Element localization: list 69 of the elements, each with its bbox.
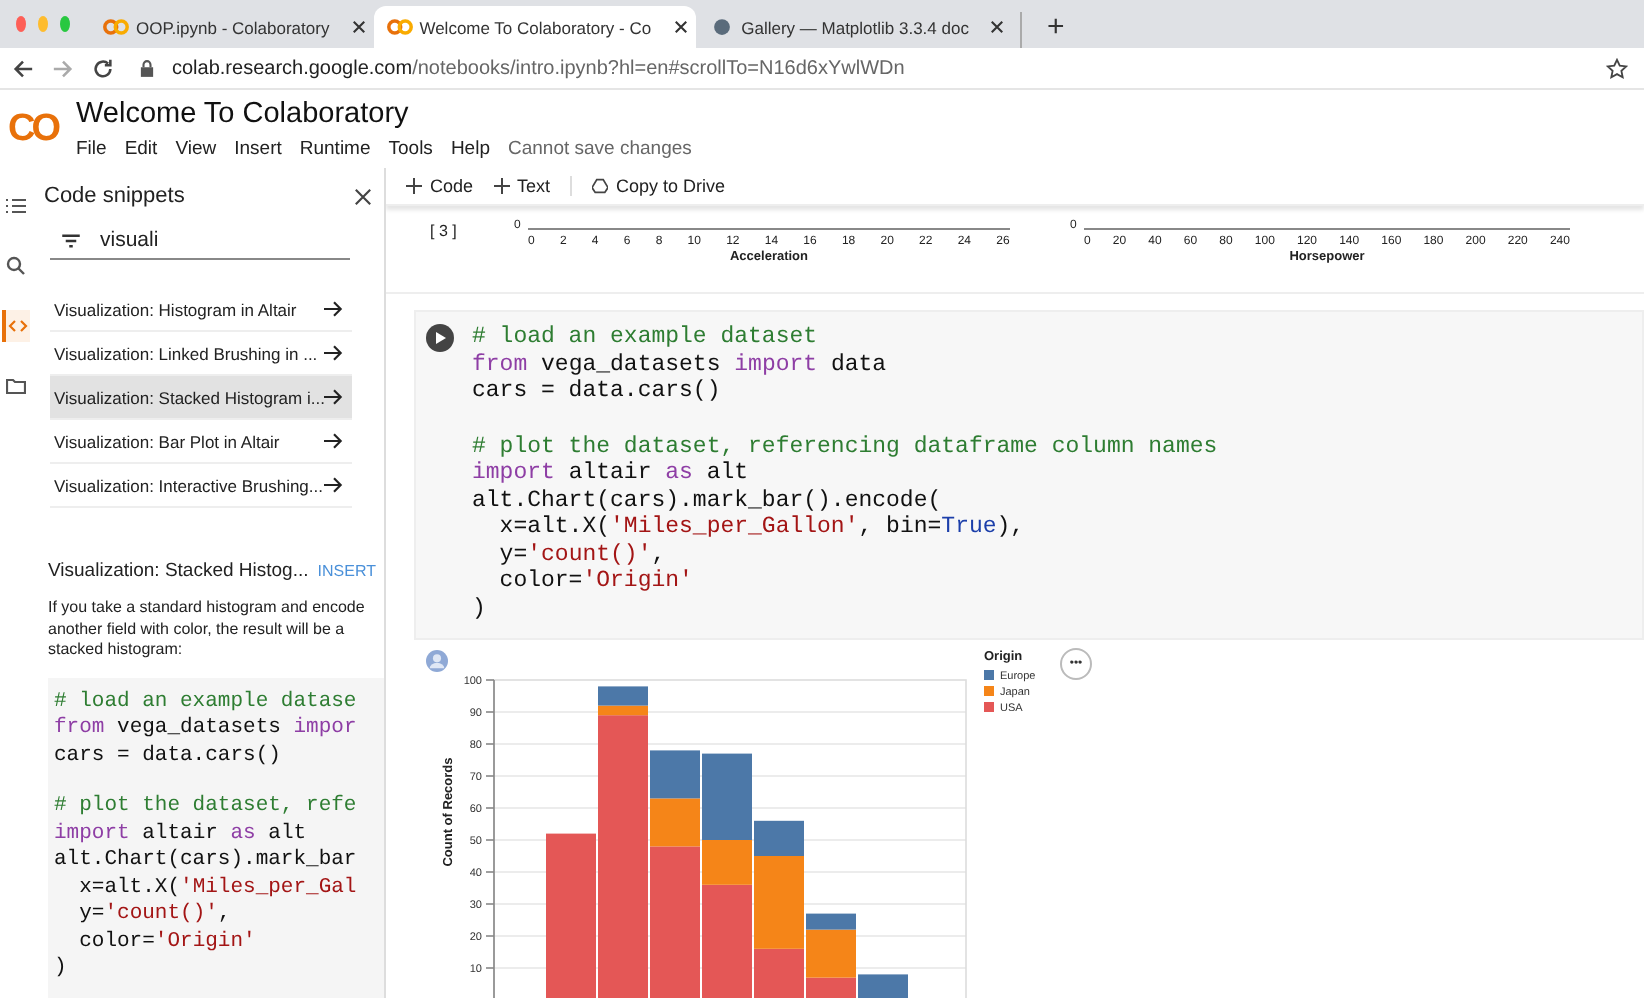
colab-logo: CO <box>8 107 60 151</box>
url-field[interactable]: colab.research.google.com/notebooks/intro.ipynb?hl=en#scrollTo=N16d6xYwlWDn <box>172 57 1588 79</box>
arrow-right-icon <box>324 432 345 450</box>
plus-icon <box>406 178 422 194</box>
code-line: import altair as alt <box>472 460 751 487</box>
close-icon[interactable] <box>354 187 372 205</box>
new-tab-button[interactable]: + <box>1020 12 1065 48</box>
arrow-right-icon <box>324 300 345 318</box>
code-line: cars = data.cars() <box>54 743 283 770</box>
close-tab-icon[interactable] <box>673 20 688 34</box>
plus-icon <box>493 178 510 194</box>
arrow-right-icon <box>324 476 345 494</box>
filter-field[interactable]: visuali <box>50 228 350 260</box>
code-line: y='count()', <box>77 902 233 929</box>
code-line: from vega_datasets impor <box>54 716 359 743</box>
browser-tab[interactable]: Gallery — Matplotlib 3.3.4 doc <box>695 6 1013 48</box>
code-line: x=alt.X('Miles_per_Gal <box>77 875 359 902</box>
execution-count: [ 3 ] <box>430 222 459 240</box>
lock-icon <box>140 59 154 77</box>
notebook-title[interactable]: Welcome To Colaboratory <box>76 98 692 130</box>
code-brackets-icon[interactable] <box>2 310 30 342</box>
code-line: cars = data.cars() <box>472 378 723 405</box>
menu-item[interactable]: Insert <box>234 138 282 160</box>
browser-tab[interactable]: Welcome To Colaboratory - Co <box>373 6 696 48</box>
drive-icon <box>592 178 609 194</box>
back-arrow-icon[interactable] <box>12 57 34 79</box>
menu-item[interactable]: Help <box>450 138 490 160</box>
snippet-list-item[interactable]: Visualization: Bar Plot in Altair <box>50 420 353 464</box>
close-tab-icon[interactable] <box>990 20 1005 34</box>
toolbar-button[interactable]: Text <box>493 176 551 196</box>
code-line: alt.Chart(cars).mark_bar().encode( <box>472 487 944 514</box>
code-line: x=alt.X('Miles_per_Gallon', bin=True), <box>497 514 1027 541</box>
code-line: color='Origin' <box>497 568 695 595</box>
code-line: # load an example dataset <box>472 324 820 351</box>
snippet-list-item[interactable]: Visualization: Histogram in Altair <box>50 288 353 332</box>
code-line: ) <box>54 956 69 983</box>
filter-icon <box>62 233 80 247</box>
save-status: Cannot save changes <box>507 138 692 160</box>
snippet-title: Visualization: Stacked Histog... <box>48 560 309 582</box>
menu-item[interactable]: View <box>175 138 217 160</box>
menu-item[interactable]: Edit <box>124 138 158 160</box>
snippet-list-item[interactable]: Visualization: Stacked Histogram i... <box>50 376 353 420</box>
arrow-right-icon <box>324 344 345 362</box>
colab-logo-icon <box>102 18 130 36</box>
snippet-list-item[interactable]: Visualization: Interactive Brushing... <box>50 464 353 508</box>
browser-tab[interactable]: OOP.ipynb - Colaboratory <box>90 6 374 48</box>
code-line: # plot the dataset, refe <box>54 794 359 821</box>
menu-item[interactable]: File <box>76 138 107 160</box>
colab-logo-icon <box>385 18 414 36</box>
code-line: y='count()', <box>497 541 668 568</box>
code-line: alt.Chart(cars).mark_bar <box>54 848 359 875</box>
user-avatar-icon <box>426 650 448 672</box>
code-line: # load an example datase <box>54 689 359 716</box>
snippet-description: If you take a standard histogram and encode another field with color, the result will be a stacked histogram: <box>48 598 367 661</box>
code-line: ) <box>472 595 488 622</box>
arrow-right-icon <box>324 388 345 406</box>
code-line: from vega_datasets import data <box>472 351 889 378</box>
panel-title: Code snippets <box>44 184 185 208</box>
menu-item[interactable]: Runtime <box>299 138 371 160</box>
close-tab-icon[interactable] <box>351 20 366 34</box>
bookmark-star-icon[interactable] <box>1606 57 1628 79</box>
code-line: color='Origin' <box>77 929 258 956</box>
code-line: import altair as alt <box>54 821 309 848</box>
toolbar-button[interactable]: Code <box>406 176 474 196</box>
reload-icon[interactable] <box>92 57 114 79</box>
code-line: # plot the dataset, referencing dataframe column names <box>472 433 1218 460</box>
toolbar-button[interactable]: Copy to Drive <box>570 176 726 196</box>
menu-item[interactable]: Tools <box>388 138 433 160</box>
run-cell-button[interactable] <box>426 324 454 352</box>
